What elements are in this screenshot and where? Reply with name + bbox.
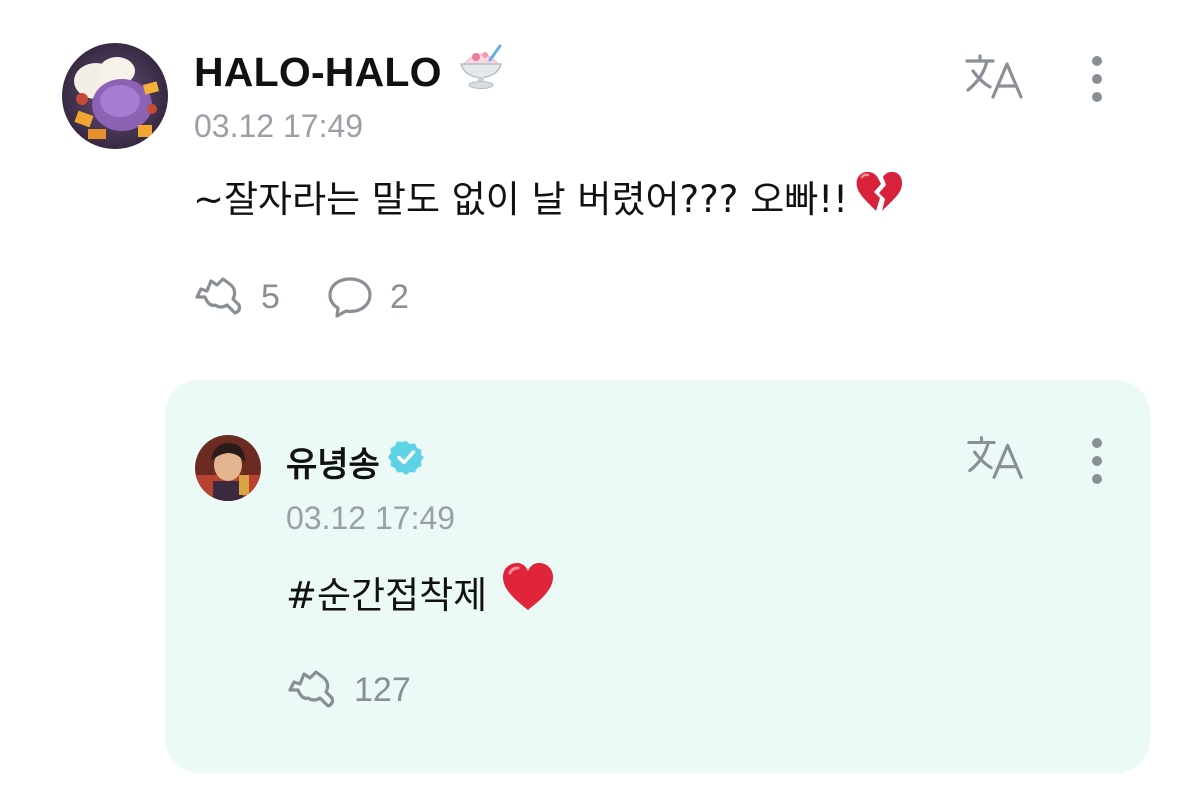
post-username[interactable]: HALO-HALO [194,44,506,100]
like-count: 5 [261,277,280,316]
post-text-content: ~잘자라는 말도 없이 날 버렸어??? 오빠!! [193,177,848,221]
comment-button[interactable]: 2 [326,275,409,319]
verified-badge-icon [387,439,424,484]
avatar[interactable] [195,435,261,501]
reply-text: #순간접착제 [286,562,555,621]
like-button[interactable]: 127 [286,668,411,712]
like-count: 127 [354,670,411,709]
like-button[interactable]: 5 [193,275,280,319]
username-text: HALO-HALO [194,48,442,95]
reply-text-content: #순간접착제 [286,573,488,617]
reply-username[interactable]: 유녕송 [286,437,424,486]
reply-timestamp: 03.12 17:49 [286,500,456,536]
comment-count: 2 [390,277,409,316]
comment-icon [328,277,372,318]
more-options-icon[interactable] [1086,437,1108,492]
post-timestamp: 03.12 17:49 [194,108,364,144]
heart-hand-icon [195,277,242,315]
username-text: 유녕송 [286,445,380,485]
avatar[interactable] [62,43,168,149]
shaved-ice-icon [456,44,506,100]
heart-hand-icon [288,670,335,708]
red-heart-icon [501,562,555,621]
translate-icon[interactable] [965,433,1027,488]
broken-heart-icon [854,168,904,223]
post-text: ~잘자라는 말도 없이 날 버렸어??? 오빠!! [193,168,904,223]
translate-icon[interactable] [963,52,1027,107]
more-options-icon[interactable] [1086,55,1108,110]
